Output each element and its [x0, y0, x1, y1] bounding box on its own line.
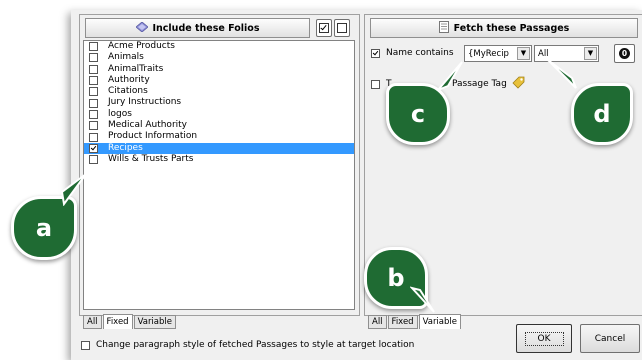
folio-label: Recipes [108, 142, 143, 153]
folio-list: Acme Products Animals AnimalTraits Authorit… [83, 40, 355, 310]
folio-list-item[interactable]: Wills & Trusts Parts [84, 154, 354, 165]
folios-header: Include these Folios [85, 18, 310, 38]
folio-checkbox[interactable] [89, 143, 98, 153]
folio-checkbox[interactable] [89, 42, 98, 52]
folio-list-item[interactable]: Acme Products [84, 41, 354, 52]
folio-diamond-icon [134, 20, 149, 35]
passage-tab-variable[interactable]: Variable [418, 314, 461, 329]
callout-c-pointer [434, 60, 464, 92]
checked-box-icon [319, 23, 329, 33]
folio-list-item[interactable]: Recipes [84, 142, 354, 154]
name-select[interactable]: {MyRecip ▼ [464, 45, 532, 62]
folio-checkbox[interactable] [89, 64, 98, 74]
folio-label: Authority [108, 74, 150, 85]
callout-a-letter: a [35, 214, 53, 242]
folio-checkbox[interactable] [89, 121, 98, 131]
folio-label: logos [108, 108, 132, 119]
check-all-button[interactable] [316, 19, 332, 37]
callout-b-letter: b [387, 264, 405, 292]
passage-tab-all[interactable]: All [368, 315, 387, 329]
passages-header: Fetch these Passages [370, 18, 638, 38]
callout-c-letter: c [410, 100, 426, 128]
callout-d-letter: d [593, 100, 611, 128]
folio-label: AnimalTraits [108, 63, 164, 74]
chevron-down-icon: ▼ [584, 47, 597, 60]
passage-tabs: All Fixed Variable [368, 314, 462, 329]
change-style-label: Change paragraph style of fetched Passag… [96, 340, 415, 350]
folios-title: Include these Folios [152, 22, 260, 34]
uncheck-all-button[interactable] [334, 19, 350, 37]
folio-list-item[interactable]: Jury Instructions [84, 97, 354, 108]
count-badge: 0 [619, 48, 630, 59]
folio-label: Wills & Trusts Parts [108, 153, 194, 164]
ok-label: OK [524, 331, 564, 346]
folio-label: Product Information [108, 131, 198, 142]
folio-checkbox[interactable] [89, 76, 98, 86]
folio-label: Citations [108, 86, 148, 97]
folio-checkbox[interactable] [89, 132, 98, 142]
passages-title: Fetch these Passages [453, 22, 570, 34]
callout-d: d [571, 83, 633, 145]
scope-select-value: All [538, 48, 549, 59]
folio-label: Jury Instructions [108, 97, 182, 108]
callout-d-pointer [546, 58, 578, 92]
folio-tab-variable[interactable]: Variable [133, 315, 176, 329]
empty-box-icon [337, 23, 347, 33]
name-contains-label: Name contains [386, 48, 454, 58]
folio-checkbox[interactable] [89, 53, 98, 63]
folio-list-item[interactable]: logos [84, 109, 354, 120]
folio-list-item[interactable]: Product Information [84, 131, 354, 142]
change-style-checkbox[interactable] [81, 341, 90, 350]
cancel-button[interactable]: Cancel [580, 324, 640, 353]
folio-label: Acme Products [108, 41, 175, 51]
folio-tab-fixed[interactable]: Fixed [102, 314, 133, 329]
passage-tag-checkbox[interactable] [371, 80, 380, 89]
chevron-down-icon: ▼ [517, 47, 530, 60]
folio-list-item[interactable]: AnimalTraits [84, 64, 354, 75]
folio-checkbox[interactable] [89, 87, 98, 97]
callout-b-pointer [409, 286, 436, 314]
count-button[interactable]: 0 [614, 44, 635, 63]
name-select-value: {MyRecip [468, 48, 509, 59]
document-icon [438, 20, 449, 36]
folio-tab-all[interactable]: All [83, 315, 102, 329]
folio-checkbox[interactable] [89, 155, 98, 165]
folio-checkbox[interactable] [89, 98, 98, 108]
folio-list-item[interactable]: Citations [84, 86, 354, 97]
folio-list-item[interactable]: Authority [84, 75, 354, 86]
folio-label: Medical Authority [108, 120, 187, 131]
cancel-label: Cancel [594, 333, 626, 344]
callout-a-pointer [60, 172, 88, 207]
name-contains-checkbox[interactable] [371, 49, 380, 58]
passage-tab-fixed[interactable]: Fixed [387, 315, 418, 329]
folio-tabs: All Fixed Variable [83, 314, 177, 329]
folio-label: Animals [108, 52, 144, 63]
ok-button[interactable]: OK [516, 324, 572, 353]
folio-checkbox[interactable] [89, 109, 98, 119]
callout-c: c [386, 83, 450, 145]
tag-icon[interactable] [511, 75, 526, 93]
folio-list-item[interactable]: Animals [84, 52, 354, 63]
folio-list-item[interactable]: Medical Authority [84, 120, 354, 131]
